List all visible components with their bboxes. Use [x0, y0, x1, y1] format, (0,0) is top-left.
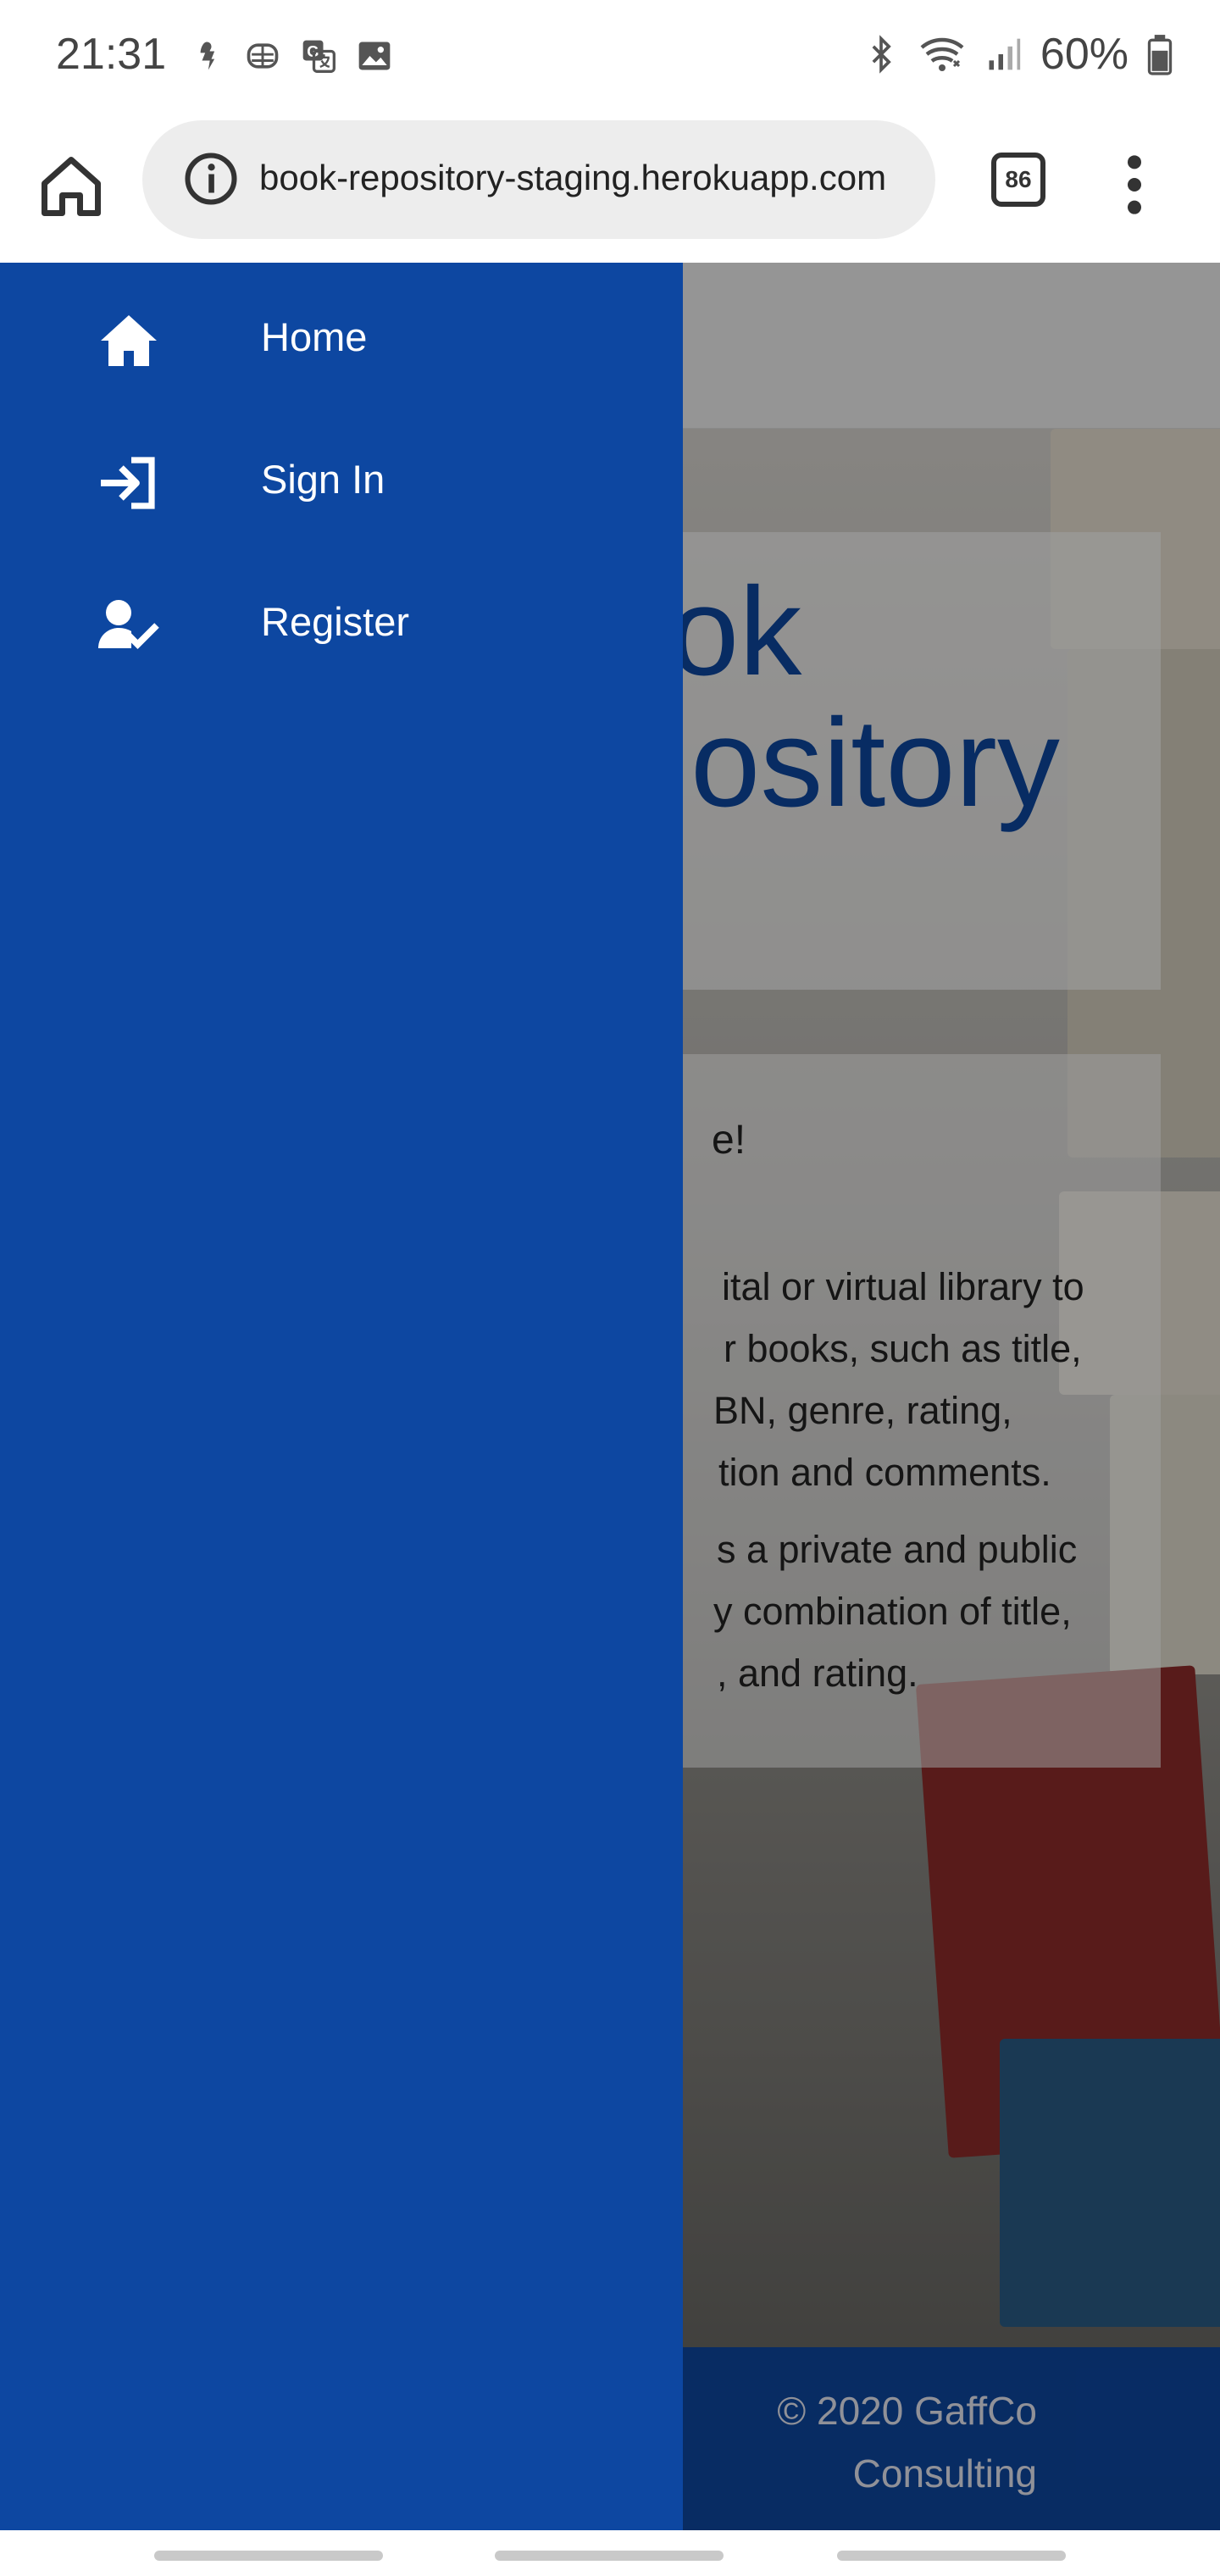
system-navigation-bar [0, 2530, 1220, 2576]
signal-icon [989, 38, 1021, 70]
url-text[interactable]: book-repository-staging.herokuapp.com [259, 158, 903, 198]
system-nav-home-button[interactable] [495, 2551, 724, 2561]
notification-icon [200, 42, 215, 70]
sign-in-icon [101, 457, 155, 509]
home-icon [101, 315, 157, 366]
system-nav-recent-button[interactable] [154, 2551, 383, 2561]
status-bar: 21:31 G 60% [0, 0, 1220, 119]
site-info-icon[interactable] [183, 151, 239, 207]
image-icon [358, 42, 391, 70]
battery-icon [1147, 35, 1173, 75]
nav-item-label: Register [261, 599, 410, 644]
browser-menu-icon[interactable] [1115, 151, 1154, 219]
url-value: book-repository-staging.herokuapp.com [259, 158, 887, 197]
system-nav-back-button[interactable] [837, 2551, 1066, 2561]
status-right-icons: 60% [862, 29, 1173, 80]
nav-item-sign-in[interactable]: Sign In [0, 412, 683, 554]
nav-item-label: Sign In [261, 457, 385, 502]
status-notification-icons: G [188, 37, 393, 75]
tab-switcher-button[interactable]: 86 [991, 153, 1045, 207]
navigation-drawer: Home Sign In Register [0, 263, 683, 2530]
register-icon [98, 600, 159, 650]
status-time: 21:31 [56, 30, 167, 79]
translate-icon: G [302, 40, 336, 73]
bluetooth-icon [872, 35, 891, 74]
browser-toolbar: book-repository-staging.herokuapp.com 86 [0, 119, 1220, 263]
nav-item-label: Home [261, 314, 368, 359]
nav-item-register[interactable]: Register [0, 554, 683, 697]
nav-item-home[interactable]: Home [0, 269, 683, 412]
wifi-icon [920, 37, 964, 71]
browser-home-button[interactable] [36, 151, 107, 222]
address-bar[interactable]: book-repository-staging.herokuapp.com [142, 120, 935, 239]
battery-percentage: 60% [1040, 30, 1128, 79]
app-notification-icon [247, 43, 279, 69]
